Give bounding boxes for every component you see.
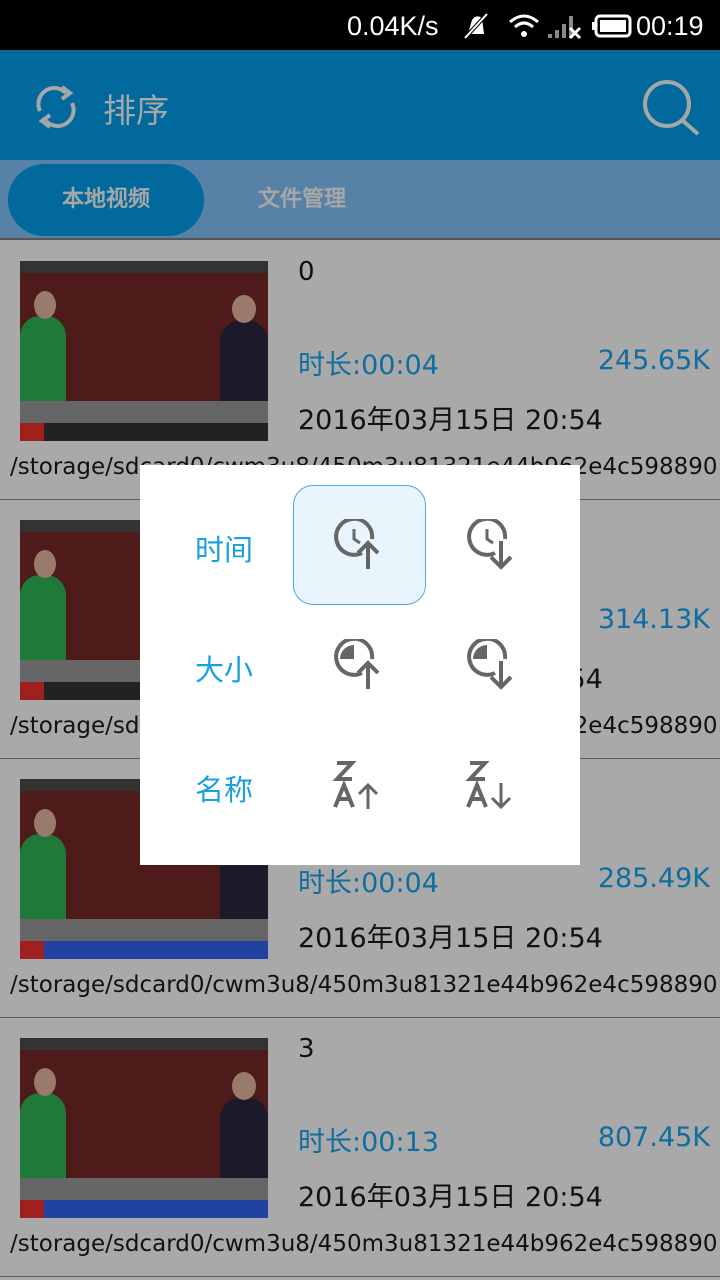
sort-label-size: 大小: [195, 653, 254, 687]
video-date: 2016年03月15日 20:54: [298, 923, 603, 954]
time-ascending-icon: [333, 519, 379, 569]
status-bar: 0.04K/s 00:19: [0, 0, 720, 50]
sort-size-descending-button[interactable]: [426, 605, 559, 725]
video-duration: 时长:00:13: [298, 1127, 439, 1158]
tab-bar: 本地视频 文件管理: [0, 160, 720, 240]
video-title: 3: [298, 1034, 315, 1064]
sort-label-name: 名称: [195, 773, 254, 807]
tab-file-manager[interactable]: 文件管理: [204, 164, 400, 236]
toolbar: 排序: [0, 50, 720, 160]
sort-dialog: 时间 大小 名称: [140, 465, 580, 865]
name-ascending-icon: [331, 761, 378, 809]
sort-time-ascending-button[interactable]: [293, 485, 426, 605]
video-size: 807.45K: [597, 1122, 710, 1153]
size-descending-icon: [466, 639, 512, 690]
mute-icon: [463, 12, 489, 40]
signal-icon: [548, 16, 582, 40]
sort-label-time: 时间: [195, 533, 254, 567]
sort-name-ascending-button[interactable]: [293, 725, 426, 845]
video-list-item[interactable]: 3 时长:00:13 807.45K 2016年03月15日 20:54 /st…: [0, 1018, 720, 1277]
refresh-icon[interactable]: [32, 85, 80, 129]
video-duration: 时长:00:04: [298, 350, 439, 381]
wifi-icon: [509, 14, 539, 37]
search-icon[interactable]: [640, 78, 702, 136]
video-path: /storage/sdcard0/cwm3u8/450m3u81321e44b9…: [10, 1231, 720, 1257]
video-size: 245.65K: [597, 345, 710, 376]
clock: 00:19: [636, 11, 704, 41]
tab-local-video[interactable]: 本地视频: [8, 164, 204, 236]
video-thumbnail: [20, 261, 268, 441]
video-path: /storage/sdcard0/cwm3u8/450m3u81321e44b9…: [10, 972, 720, 998]
page-title: 排序: [103, 91, 169, 130]
video-thumbnail: [20, 1038, 268, 1218]
video-date: 2016年03月15日 20:54: [298, 405, 603, 436]
video-size: 285.49K: [597, 863, 710, 894]
size-ascending-icon: [333, 639, 379, 689]
sort-time-descending-button[interactable]: [426, 485, 559, 605]
time-descending-icon: [466, 519, 512, 570]
name-descending-icon: [464, 761, 511, 810]
video-date: 2016年03月15日 20:54: [298, 1182, 603, 1213]
video-size: 314.13K: [597, 604, 710, 635]
network-speed: 0.04K/s: [347, 11, 439, 41]
sort-name-descending-button[interactable]: [426, 725, 559, 845]
video-list-item[interactable]: 0 时长:00:04 245.65K 2016年03月15日 20:54 /st…: [0, 241, 720, 500]
battery-icon: [592, 14, 632, 38]
video-title: 0: [298, 257, 315, 287]
video-duration: 时长:00:04: [298, 868, 439, 899]
sort-size-ascending-button[interactable]: [293, 605, 426, 725]
